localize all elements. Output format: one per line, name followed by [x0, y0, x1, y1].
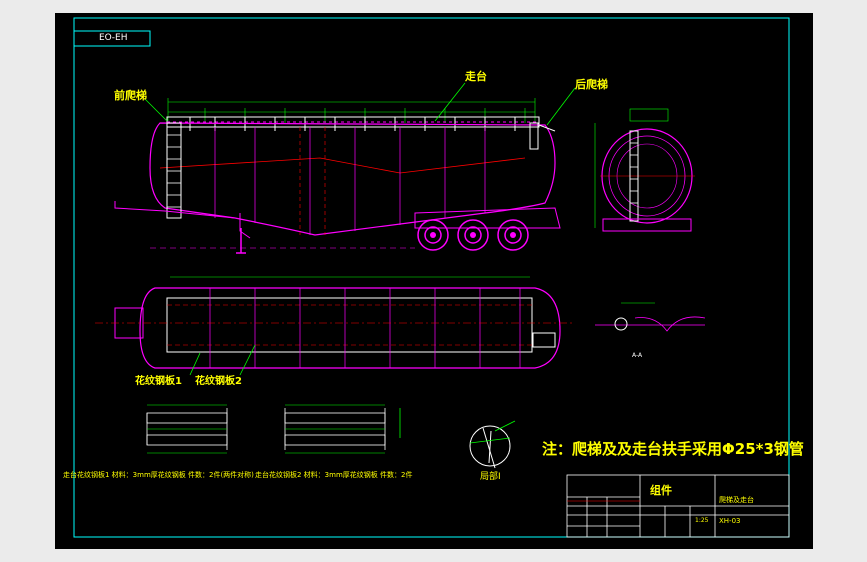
title-block-drawing-no: XH-03: [719, 517, 741, 525]
detail-i-label: 局部I: [480, 472, 501, 482]
plan-view: [95, 276, 575, 376]
title-block: [566, 474, 790, 538]
rear-ladder-label: 后爬梯: [575, 78, 608, 91]
end-view: [594, 108, 695, 232]
title-block-part-type: 组件: [650, 484, 672, 497]
front-ladder-label: 前爬梯: [114, 89, 147, 102]
material-line-1: 走台花纹钢板1 材料：3mm厚花纹钢板 件数：2件(两件对称): [63, 471, 254, 479]
drawing-svg: [73, 17, 790, 538]
note-text: 注：爬梯及及走台扶手采用Φ25*3钢管: [542, 440, 804, 458]
detail-i: [469, 420, 516, 469]
code-box-label: ЕО-ЕН: [99, 33, 128, 43]
walkway-label: 走台: [465, 70, 487, 83]
title-block-part-name: 爬梯及走台: [719, 496, 754, 504]
section-a-a: [595, 302, 706, 332]
title-block-scale: 1:25: [695, 517, 709, 524]
material-line-2: 走台花纹钢板2 材料：3mm厚花纹钢板 件数：2件: [255, 471, 413, 479]
drawing-frame: [73, 17, 790, 538]
side-view: [114, 82, 576, 254]
plate2-label: 花纹钢板2: [195, 376, 242, 387]
plate1-label: 花纹钢板1: [135, 376, 182, 387]
section-a-a-label: A-A: [632, 352, 643, 359]
cad-drawing-canvas[interactable]: ЕО-ЕН 前爬梯 走台 后爬梯 花纹钢板1 花纹钢板2 局部I A-A 注：爬…: [55, 13, 813, 549]
